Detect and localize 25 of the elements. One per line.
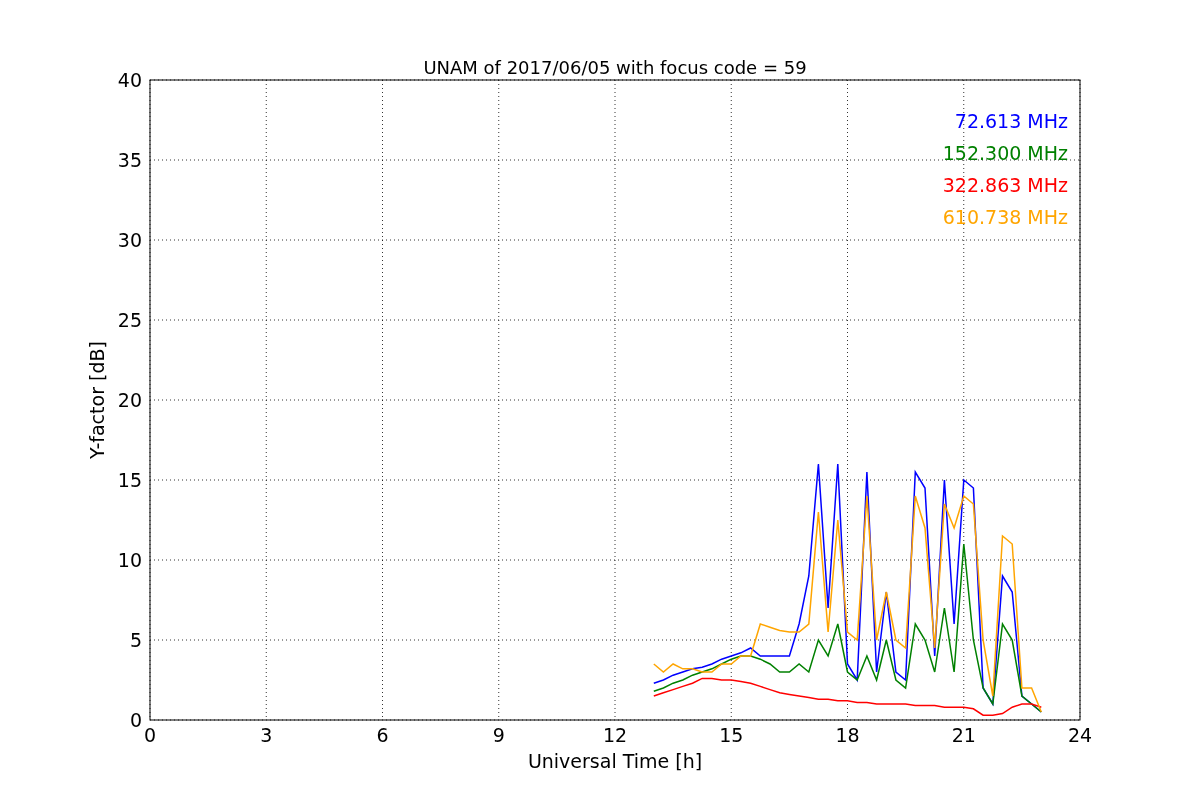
legend-label: 322.863 MHz (942, 174, 1068, 196)
tick-label: 10 (117, 549, 142, 571)
tick-label: 6 (376, 724, 389, 746)
tick-label: 24 (1067, 724, 1093, 746)
tick-label: 3 (260, 724, 273, 746)
tick-label: 35 (117, 149, 142, 171)
tick-label: 12 (602, 724, 628, 746)
legend-label: 610.738 MHz (942, 206, 1068, 228)
tick-label: 25 (117, 309, 142, 331)
tick-label: 15 (719, 724, 744, 746)
tick-label: 18 (835, 724, 860, 746)
tick-label: 0 (129, 709, 142, 731)
tick-label: 21 (951, 724, 976, 746)
tick-label: 5 (129, 629, 142, 651)
tick-label: 9 (492, 724, 505, 746)
tick-label: 40 (117, 69, 142, 91)
legend-label: 152.300 MHz (942, 142, 1068, 164)
legend-label: 72.613 MHz (954, 110, 1068, 132)
tick-label: 30 (117, 229, 142, 251)
tick-label: 0 (143, 724, 157, 746)
tick-label: 15 (117, 469, 142, 491)
axis-title: Y-factor [dB] (86, 341, 108, 459)
chart-title: UNAM of 2017/06/05 with focus code = 59 (423, 57, 807, 78)
axis-title: Universal Time [h] (527, 750, 703, 772)
tick-label: 20 (117, 389, 142, 411)
